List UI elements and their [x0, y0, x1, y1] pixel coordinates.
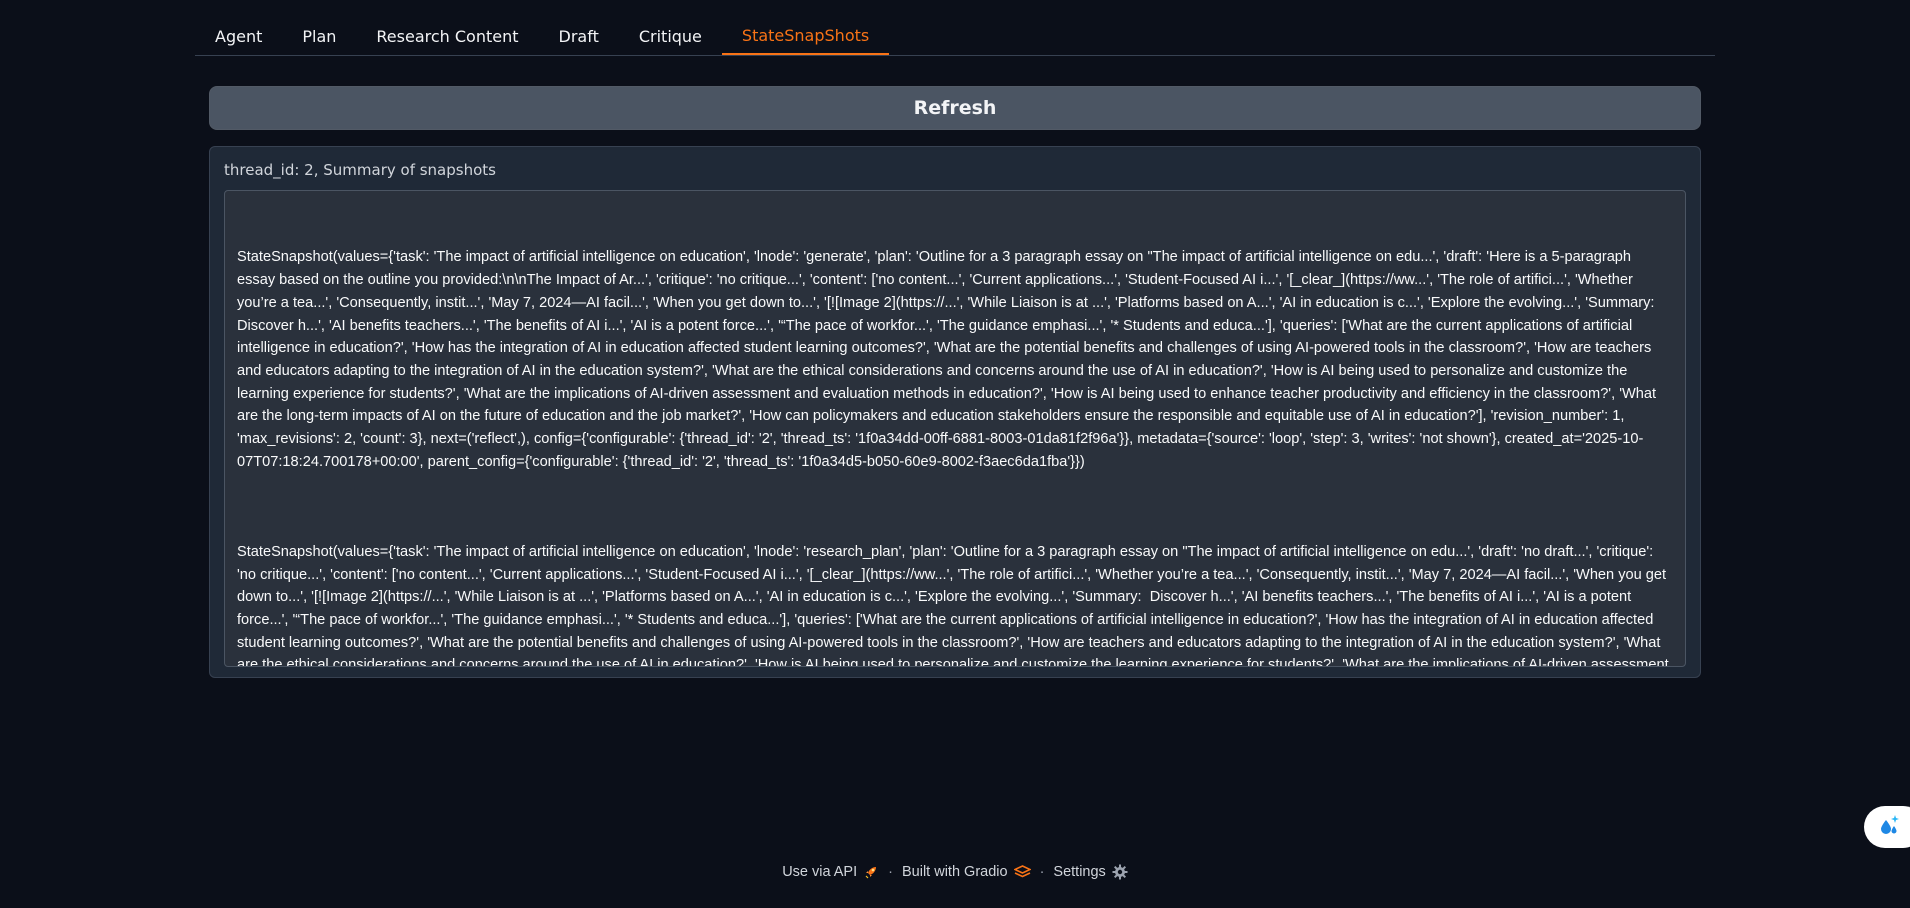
tab-agent[interactable]: Agent [195, 18, 282, 54]
app-root: Agent Plan Research Content Draft Critiq… [0, 0, 1910, 908]
use-via-api-link[interactable]: Use via API [782, 864, 879, 880]
gradio-logo-icon [1013, 864, 1031, 880]
footer: Use via API · Built with Gradio · Settin… [0, 864, 1910, 880]
floating-assistant-button[interactable] [1864, 806, 1910, 848]
tab-statesnapshots[interactable]: StateSnapShots [721, 18, 890, 55]
footer-separator: · [1039, 864, 1045, 880]
snapshots-panel: thread_id: 2, Summary of snapshots State… [209, 146, 1701, 678]
snapshot-entry: StateSnapshot(values={'task': 'The impac… [237, 543, 1669, 667]
footer-separator: · [888, 864, 893, 880]
snapshot-entry: StateSnapshot(values={'task': 'The impac… [237, 249, 1663, 470]
built-with-gradio-link[interactable]: Built with Gradio [902, 864, 1031, 880]
tab-critique[interactable]: Critique [619, 18, 722, 54]
droplets-sparkle-icon [1876, 812, 1902, 842]
tab-research-content[interactable]: Research Content [356, 18, 538, 54]
gear-icon [1112, 864, 1128, 880]
tab-draft[interactable]: Draft [539, 18, 619, 54]
settings-label: Settings [1053, 864, 1106, 880]
tab-bar: Agent Plan Research Content Draft Critiq… [195, 18, 1715, 56]
snapshots-textarea[interactable]: StateSnapshot(values={'task': 'The impac… [224, 190, 1686, 667]
snapshots-label: thread_id: 2, Summary of snapshots [224, 161, 496, 179]
tab-plan[interactable]: Plan [282, 18, 356, 54]
settings-link[interactable]: Settings [1053, 864, 1128, 880]
built-with-gradio-label: Built with Gradio [901, 864, 1008, 880]
use-via-api-label: Use via API [782, 864, 858, 880]
refresh-button[interactable]: Refresh [209, 86, 1701, 130]
rocket-icon [863, 864, 879, 880]
